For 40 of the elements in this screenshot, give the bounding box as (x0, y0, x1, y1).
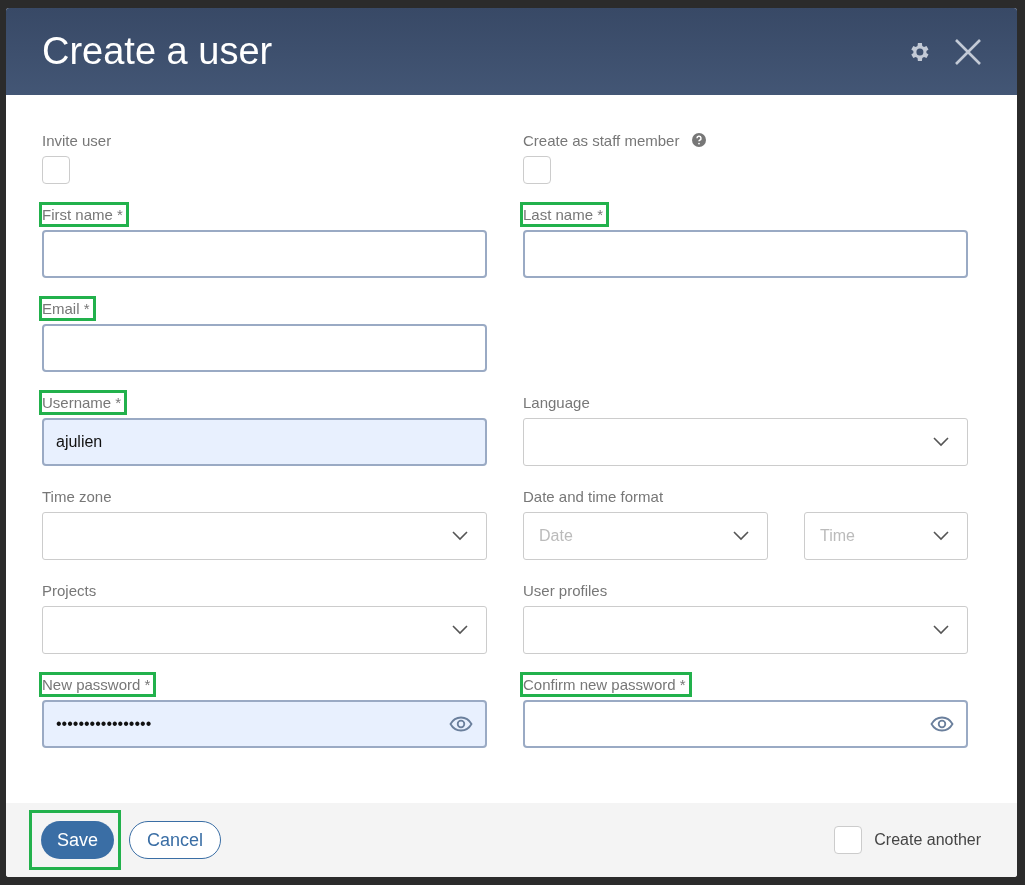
chevron-down-icon (933, 531, 949, 541)
save-button[interactable]: Save (41, 821, 115, 859)
eye-icon[interactable] (449, 716, 473, 732)
field-label: Projects (41, 580, 98, 601)
dropdown[interactable] (523, 606, 968, 654)
eye-icon[interactable] (930, 716, 954, 732)
password-field[interactable]: ••••••••••••••••• (42, 700, 487, 748)
field-label: Language (522, 392, 591, 413)
field-label: Confirm new password * (520, 671, 692, 697)
field-label: Last name * (520, 201, 610, 227)
dropdown[interactable] (523, 418, 968, 466)
chevron-down-icon (733, 531, 749, 541)
checkbox[interactable] (834, 826, 863, 854)
field-label: First name * (39, 201, 129, 227)
field-label: Email * (39, 295, 96, 321)
chevron-down-icon (933, 625, 949, 635)
field-label: Time zone (41, 486, 113, 507)
field-label: Invite user (41, 130, 113, 151)
chevron-down-icon (452, 531, 468, 541)
password-field[interactable] (523, 700, 968, 748)
dropdown[interactable] (42, 512, 487, 560)
text-field[interactable] (523, 230, 968, 278)
field-label: User profiles (522, 580, 609, 601)
field-label: Create as staff member (522, 130, 681, 151)
checkbox[interactable] (42, 156, 70, 184)
field-label: Username * (39, 389, 128, 415)
chevron-down-icon (452, 625, 468, 635)
field-label: Date and time format (522, 486, 665, 507)
field-label: New password * (39, 671, 157, 697)
text-field[interactable]: ajulien (42, 418, 487, 466)
cancel-button[interactable]: Cancel (129, 821, 222, 859)
chevron-down-icon (933, 437, 949, 447)
dialog-title: Create a user (42, 30, 273, 73)
checkbox[interactable] (523, 156, 551, 184)
close-icon[interactable] (955, 38, 981, 65)
dropdown[interactable] (42, 606, 487, 654)
checkbox-label: Create another (874, 831, 981, 849)
help-icon[interactable] (692, 133, 707, 147)
text-field[interactable] (42, 230, 487, 278)
text-field[interactable] (42, 324, 487, 372)
